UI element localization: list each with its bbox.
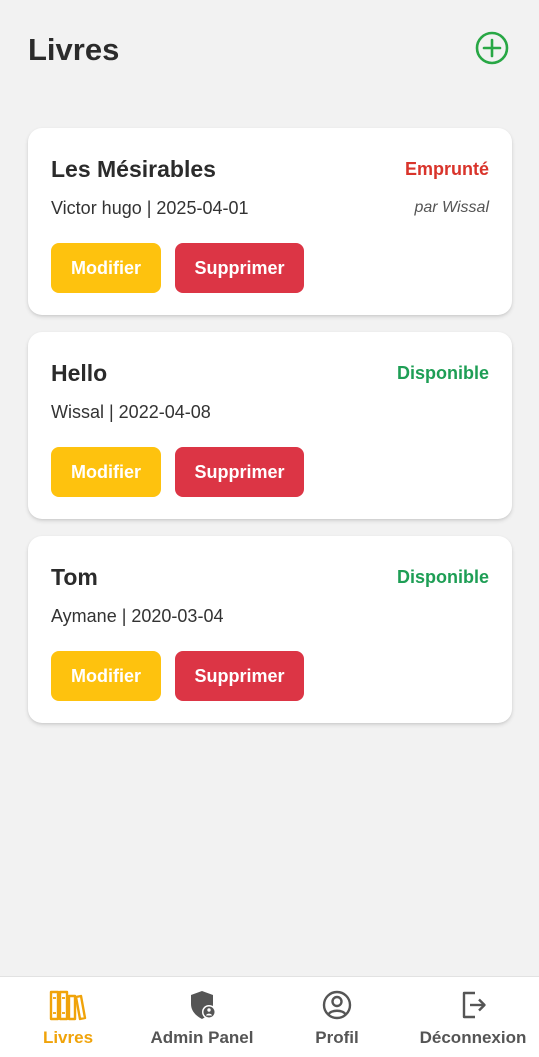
nav-label: Déconnexion [419, 1028, 527, 1047]
add-book-button[interactable] [474, 30, 510, 66]
nav-label: Admin Panel [150, 1028, 254, 1047]
nav-item-deconnexion[interactable]: Déconnexion [414, 977, 532, 1057]
status-badge: Disponible [396, 363, 489, 383]
edit-button[interactable]: Modifier [51, 651, 161, 701]
book-card: Les Mésirables Emprunté Victor hugo | 20… [28, 128, 512, 315]
edit-button[interactable]: Modifier [51, 447, 161, 497]
book-title: Tom [51, 564, 98, 590]
delete-button[interactable]: Supprimer [175, 243, 304, 293]
delete-button[interactable]: Supprimer [175, 651, 304, 701]
book-meta: Aymane | 2020-03-04 [51, 606, 224, 626]
book-title: Hello [51, 360, 108, 386]
plus-circle-icon [475, 31, 509, 65]
shield-user-icon [182, 988, 222, 1022]
nav-item-profil[interactable]: Profil [297, 977, 377, 1057]
nav-label: Livres [42, 1028, 94, 1047]
edit-button[interactable]: Modifier [51, 243, 161, 293]
nav-item-admin-panel[interactable]: Admin Panel [142, 977, 262, 1057]
borrower-label: par Wissal [414, 199, 489, 216]
nav-item-livres[interactable]: Livres [28, 977, 108, 1057]
bottom-nav: Livres Admin Panel Profil Déconnexion [0, 976, 539, 1057]
book-card: Tom Disponible Aymane | 2020-03-04 Modif… [28, 536, 512, 723]
book-meta: Victor hugo | 2025-04-01 [51, 198, 249, 218]
logout-icon [453, 988, 493, 1022]
status-badge: Disponible [396, 567, 489, 587]
status-badge: Emprunté [404, 159, 489, 179]
delete-button[interactable]: Supprimer [175, 447, 304, 497]
page-title: Livres [28, 32, 120, 67]
screen: Livres Les Mésirables Emprunté Victor hu… [0, 0, 539, 1057]
user-circle-icon [317, 988, 357, 1022]
nav-label: Profil [315, 1028, 359, 1047]
book-card: Hello Disponible Wissal | 2022-04-08 Mod… [28, 332, 512, 519]
books-icon [48, 988, 88, 1022]
book-meta: Wissal | 2022-04-08 [51, 402, 211, 422]
header: Livres [0, 0, 539, 100]
book-list: Les Mésirables Emprunté Victor hugo | 20… [28, 128, 512, 740]
book-title: Les Mésirables [51, 156, 216, 182]
